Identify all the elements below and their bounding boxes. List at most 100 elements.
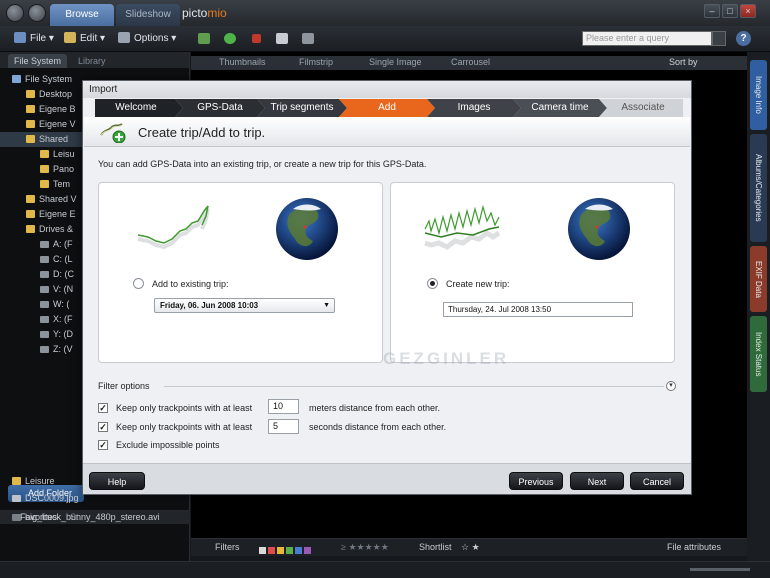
rating-filter[interactable]: ≥ ★★★★★ bbox=[341, 542, 389, 553]
tree-item-label: File System bbox=[25, 74, 73, 84]
tree-item-label: Eigene B bbox=[39, 104, 76, 114]
tree-item-label: D: (C bbox=[53, 269, 74, 279]
favorite-item[interactable]: big_buck_bunny_480p_stereo.avi bbox=[12, 512, 160, 522]
color-filter-swatches[interactable] bbox=[259, 544, 313, 556]
options-icon bbox=[118, 32, 130, 43]
file-icon bbox=[14, 32, 26, 43]
app-logo: pictomio bbox=[182, 6, 227, 20]
step-images: Images bbox=[457, 102, 491, 113]
side-tab-albums[interactable]: Albums/Categories bbox=[750, 134, 767, 242]
shortlist-icons[interactable]: ☆ ★ bbox=[461, 542, 480, 553]
favorite-item[interactable]: Leisure bbox=[12, 476, 55, 486]
tree-item-label: Desktop bbox=[39, 89, 73, 99]
folder-icon bbox=[40, 150, 49, 158]
add-to-existing-trip-radio[interactable] bbox=[133, 278, 144, 289]
status-bar bbox=[0, 561, 770, 578]
folder-icon bbox=[26, 225, 35, 233]
tree-item-label: Leisu bbox=[53, 149, 75, 159]
folder-icon bbox=[26, 105, 35, 113]
tree-item-label: X: (F bbox=[53, 314, 73, 324]
next-button[interactable]: Next bbox=[570, 472, 624, 490]
wizard-steps: Welcome GPS-Data Trip segments Add Image… bbox=[95, 99, 683, 117]
distance-suffix: meters distance from each other. bbox=[309, 403, 441, 413]
drive-icon bbox=[40, 346, 49, 353]
search-button[interactable] bbox=[712, 31, 726, 46]
delete-icon[interactable] bbox=[252, 34, 261, 43]
search-input[interactable]: Please enter a query bbox=[582, 31, 712, 46]
side-tab-image-info[interactable]: Image Info bbox=[750, 60, 767, 130]
folder-icon bbox=[40, 180, 49, 188]
watermark: GEZGINLER bbox=[383, 349, 510, 368]
edit-icon bbox=[64, 32, 76, 43]
tree-item-label: C: (L bbox=[53, 254, 73, 264]
import-gps-icon[interactable] bbox=[198, 33, 210, 44]
filter-distance-checkbox[interactable]: ✓ bbox=[98, 403, 108, 413]
file-menu[interactable]: File ▾ bbox=[14, 32, 54, 44]
maximize-button[interactable]: □ bbox=[722, 4, 738, 18]
divider bbox=[164, 386, 664, 387]
folder-icon bbox=[26, 90, 35, 98]
new-trip-name-input[interactable]: Thursday, 24. Jul 2008 13:50 bbox=[443, 302, 633, 317]
distance-input[interactable]: 10 bbox=[268, 399, 299, 414]
collapse-filter-button[interactable]: ▾ bbox=[666, 381, 676, 391]
tab-thumbnails[interactable]: Thumbnails bbox=[219, 57, 266, 67]
zoom-slider[interactable] bbox=[690, 568, 750, 571]
time-input[interactable]: 5 bbox=[268, 419, 299, 434]
filter-time-checkbox[interactable]: ✓ bbox=[98, 422, 108, 432]
drive-icon bbox=[40, 271, 49, 278]
exclude-impossible-checkbox[interactable]: ✓ bbox=[98, 440, 108, 450]
side-tab-exif[interactable]: EXIF Data bbox=[750, 246, 767, 312]
previous-button[interactable]: Previous bbox=[509, 472, 563, 490]
folder-icon bbox=[26, 120, 35, 128]
favorite-item[interactable]: DSC0009.jpg bbox=[12, 493, 79, 503]
tree-item-label: Y: (D bbox=[53, 329, 74, 339]
existing-trip-select[interactable]: Friday, 06. Jun 2008 10:03 ▼ bbox=[154, 298, 335, 313]
tree-item-label: V: (N bbox=[53, 284, 74, 294]
file-attributes-dropdown[interactable]: File attributes bbox=[667, 542, 721, 552]
tab-carrousel[interactable]: Carrousel bbox=[451, 57, 490, 67]
side-tab-index-status[interactable]: Index Status bbox=[750, 316, 767, 392]
help-icon[interactable]: ? bbox=[736, 31, 751, 46]
tree-item-label: Tem bbox=[53, 179, 71, 189]
existing-trip-card: Add to existing trip: Friday, 06. Jun 20… bbox=[98, 182, 383, 363]
tab-filmstrip[interactable]: Filmstrip bbox=[299, 57, 333, 67]
banner-title: Create trip/Add to trip. bbox=[138, 125, 266, 140]
refresh-icon[interactable] bbox=[224, 33, 236, 44]
step-add: Add bbox=[378, 102, 396, 113]
back-button[interactable] bbox=[6, 4, 24, 22]
tree-item-label: Eigene E bbox=[39, 209, 76, 219]
tab-slideshow[interactable]: Slideshow bbox=[116, 4, 180, 26]
shortlist-label[interactable]: Shortlist bbox=[419, 542, 452, 552]
options-menu[interactable]: Options ▾ bbox=[118, 32, 176, 44]
step-associate: Associate bbox=[621, 102, 665, 113]
tab-browse[interactable]: Browse bbox=[50, 4, 114, 26]
exclude-impossible-label: Exclude impossible points bbox=[116, 440, 220, 450]
tree-item-label: Eigene V bbox=[39, 119, 76, 129]
sort-by-label[interactable]: Sort by bbox=[669, 57, 698, 67]
edit-menu[interactable]: Edit ▾ bbox=[64, 32, 105, 44]
drive-icon bbox=[40, 256, 49, 263]
tab-library[interactable]: Library bbox=[72, 54, 112, 68]
cancel-button[interactable]: Cancel bbox=[630, 472, 684, 490]
folder-icon bbox=[12, 75, 21, 83]
filters-label[interactable]: Filters bbox=[215, 542, 240, 552]
minimize-button[interactable]: – bbox=[704, 4, 720, 18]
help-button[interactable]: Help bbox=[89, 472, 145, 490]
email-icon[interactable] bbox=[276, 33, 288, 44]
forward-button[interactable] bbox=[28, 4, 46, 22]
dialog-footer: Help Previous Next Cancel bbox=[83, 463, 691, 494]
step-welcome: Welcome bbox=[115, 102, 157, 113]
tree-item-label: Drives & bbox=[39, 224, 74, 234]
create-new-trip-radio[interactable] bbox=[427, 278, 438, 289]
add-trip-icon bbox=[100, 123, 126, 143]
close-window-button[interactable]: × bbox=[740, 4, 756, 18]
tab-single-image[interactable]: Single Image bbox=[369, 57, 422, 67]
tab-file-system[interactable]: File System bbox=[8, 54, 68, 68]
track-preview-icon bbox=[424, 204, 501, 250]
intro-text: You can add GPS-Data into an existing tr… bbox=[98, 159, 427, 169]
drive-icon bbox=[40, 316, 49, 323]
content-bottom-bar: Filters ≥ ★★★★★ Shortlist ☆ ★ File attri… bbox=[191, 538, 747, 556]
left-panel-tabs: File System Library bbox=[0, 52, 189, 68]
tree-item-label: A: (F bbox=[53, 239, 73, 249]
print-icon[interactable] bbox=[302, 33, 314, 44]
